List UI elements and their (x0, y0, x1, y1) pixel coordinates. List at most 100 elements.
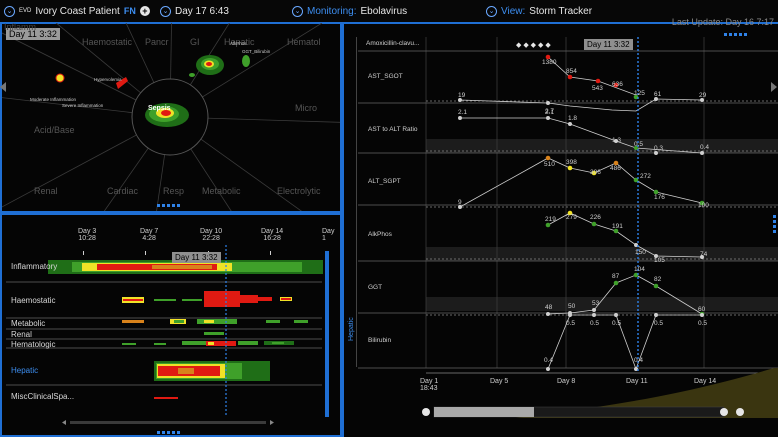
system-timeline-panel: Day 11 3:32 Day 3 10:28 Day 7 4:28 Day 1… (0, 213, 342, 437)
data-label: 1.8 (568, 115, 578, 122)
add-icon[interactable]: + (139, 6, 150, 16)
row-label-metabolic[interactable]: Metabolic (11, 319, 45, 328)
x-tick-day-8: Day 8 (557, 378, 576, 385)
lab-row-alkphos[interactable]: AlkPhos (368, 231, 392, 238)
data-label: 48 (545, 304, 553, 311)
lab-row-bilirubin[interactable]: Bilirubin (368, 337, 391, 344)
view-selector[interactable]: ⌄ View: Storm Tracker (486, 4, 592, 18)
data-label: 0.5 (612, 320, 622, 327)
lab-row-ast-alt-ratio[interactable]: AST to ALT Ratio (368, 126, 418, 133)
data-label: 104 (634, 266, 645, 273)
sector-gi[interactable]: GI (190, 37, 200, 47)
day-tick-day-10: Day 10 22:28 (200, 228, 222, 242)
data-label: 60 (698, 306, 706, 313)
sector-renal[interactable]: Renal (34, 186, 58, 196)
sector-pancr[interactable]: Pancr (145, 37, 169, 47)
data-label: 61 (654, 91, 662, 98)
right-pager-dots[interactable] (773, 215, 776, 233)
chevron-down-icon[interactable]: ⌄ (292, 5, 303, 17)
row-label-hematologic[interactable]: Hematologic (11, 340, 55, 349)
row-label-inflammatory[interactable]: Inflammatory (11, 262, 57, 271)
x-tick-day-11: Day 11 (626, 378, 648, 385)
data-label: 0.5 (698, 320, 708, 327)
row-label-renal[interactable]: Renal (11, 330, 32, 339)
timeline-horizontal-scrollbar (70, 421, 266, 424)
data-label: 100 (698, 202, 709, 209)
data-label: 272 (640, 173, 651, 180)
x-tick-day-5: Day 5 (490, 378, 509, 385)
data-label: 29 (699, 92, 707, 99)
day-tick-time: 16:28 (263, 235, 281, 242)
data-label: 854 (566, 68, 577, 75)
sector-cardiac[interactable]: Cardiac (107, 186, 138, 196)
next-panel-arrow-icon[interactable] (771, 82, 777, 92)
top-bar: ⌄ EVD Ivory Coast Patient FN + ⌄ Day 17 … (0, 0, 778, 24)
radar-center-label: Sepsis (148, 105, 171, 112)
data-label: 219 (545, 216, 556, 223)
day-tick-label: Day 7 (140, 228, 159, 235)
lab-trend-panel: ◆ ◆ ◆ ◆ ◆ Last Update: Day 16 7:17 Day 1… (342, 17, 778, 437)
chevron-down-icon[interactable]: ⌄ (160, 5, 171, 17)
timeline-vertical-scrollbar (325, 251, 329, 417)
lab-time-badge[interactable]: Day 11 3:32 (584, 39, 633, 50)
sector-acid-base[interactable]: Acid/Base (34, 125, 75, 135)
x-tick-label: Day 1 (420, 378, 439, 385)
row-label-misc[interactable]: MiscClinicalSpa... (11, 392, 74, 401)
day-tick-label: Day 14 (261, 228, 284, 235)
monitoring-label: Monitoring: (307, 5, 357, 17)
medication-label[interactable]: Amoxicillin-clavu... (366, 40, 419, 47)
zoom-in-icon[interactable] (718, 406, 730, 418)
data-label: 53 (592, 300, 600, 307)
data-label: 279 (566, 214, 577, 221)
data-label: 19 (458, 92, 466, 99)
blob-label-hypervolemia: Hypervolemia (94, 77, 122, 82)
data-label: 510 (544, 161, 555, 168)
sector-metabolic[interactable]: Metabolic (202, 186, 241, 196)
data-label: 636 (612, 81, 623, 88)
data-label: 50 (568, 303, 576, 310)
lab-row-ast-sgot[interactable]: AST_SGOT (368, 73, 403, 80)
timeline-time-badge[interactable]: Day 11 3:32 (172, 252, 221, 263)
zoom-out-icon[interactable] (420, 406, 432, 418)
view-label: View: (501, 5, 526, 17)
day-tick-day-1: Day 1 (322, 228, 340, 242)
day-tick-label: Day 1 (322, 228, 335, 242)
data-label: 150 (635, 249, 646, 256)
row-label-hepatic[interactable]: Hepatic (11, 366, 38, 375)
chevron-down-icon[interactable]: ⌄ (486, 5, 497, 17)
lab-row-alt-sgpt[interactable]: ALT_SGPT (368, 178, 401, 185)
data-label: 543 (592, 85, 603, 92)
sector-electrolytic[interactable]: Electrolytic (277, 186, 321, 196)
sector-hematol[interactable]: Hematol (287, 37, 321, 47)
sector-haemostatic[interactable]: Haemostatic (82, 37, 132, 47)
monitoring-value: Ebolavirus (360, 5, 408, 17)
day-time-selector[interactable]: ⌄ Day 17 6:43 (160, 4, 229, 18)
chevron-down-icon[interactable]: ⌄ (4, 5, 15, 17)
patient-badge: FN (123, 6, 136, 16)
last-update: Last Update: Day 16 7:17 (671, 17, 774, 27)
sector-resp[interactable]: Resp (163, 186, 184, 196)
data-label: 74 (700, 251, 708, 258)
sector-micro[interactable]: Micro (295, 103, 317, 113)
storm-radar (2, 23, 340, 211)
step-arrows-icon[interactable] (734, 406, 746, 418)
data-label: 1.3 (612, 137, 622, 144)
monitoring-selector[interactable]: ⌄ Monitoring: Ebolavirus (292, 4, 407, 18)
row-label-haemostatic[interactable]: Haemostatic (11, 296, 55, 305)
data-label: 125 (634, 90, 645, 97)
data-label: 0.5 (590, 320, 600, 327)
range-slider-thumb (434, 407, 534, 417)
current-day-time: Day 17 6:43 (175, 5, 229, 17)
data-label: 0.5 (566, 320, 576, 327)
lab-pager-dots[interactable] (724, 33, 747, 36)
sector-inflamm[interactable]: Inflamm (4, 22, 36, 32)
data-label: 0.4 (634, 357, 644, 364)
data-label: 1380 (542, 59, 557, 66)
timeline-pager-dots[interactable] (157, 431, 180, 434)
lab-row-ggt[interactable]: GGT (368, 284, 382, 291)
data-label: 2.1 (458, 109, 468, 116)
data-label: 0.3 (654, 145, 664, 152)
patient-selector[interactable]: ⌄ EVD Ivory Coast Patient FN + (4, 4, 150, 18)
radar-pager-dots[interactable] (157, 204, 180, 207)
prev-panel-arrow-icon[interactable] (0, 82, 6, 92)
